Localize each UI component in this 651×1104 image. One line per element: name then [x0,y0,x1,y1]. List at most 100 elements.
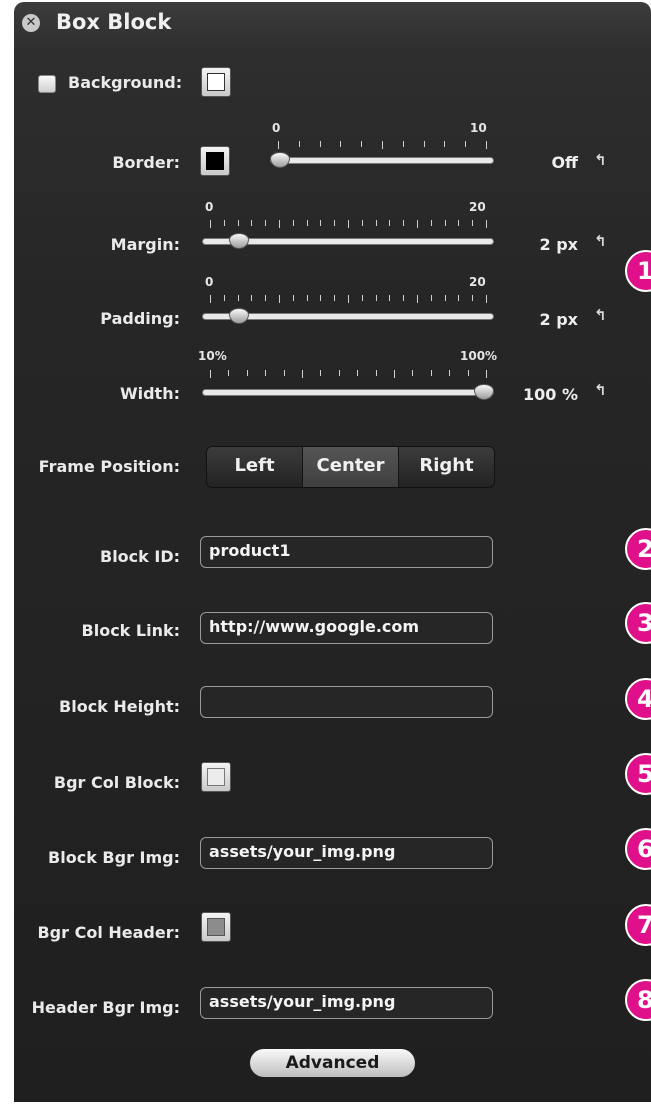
slider-tick [293,295,294,301]
background-checkbox[interactable] [38,75,56,93]
slider-tick [486,141,487,149]
background-label: Background: [68,73,183,92]
slider-tick [307,295,308,301]
header-bgr-img-field[interactable]: assets/your_img.png [200,987,493,1019]
width-reset-icon[interactable]: ↰ [594,381,607,399]
slider-tick [472,295,473,301]
padding-value: 2 px [539,310,578,329]
slider-tick [412,370,413,376]
margin-max-label: 20 [469,200,486,214]
slider-tick [362,220,363,226]
border-slider-track[interactable] [270,157,494,164]
margin-label: Margin: [110,235,180,254]
block-bgr-img-label: Block Bgr Img: [48,848,180,867]
slider-tick [376,220,377,226]
slider-tick [265,370,266,376]
slider-tick [334,295,335,301]
slider-tick [348,220,349,228]
slider-tick [389,295,390,301]
panel-title: Box Block [56,10,172,34]
block-link-label: Block Link: [81,621,180,640]
bgr-col-block-label: Bgr Col Block: [53,773,180,792]
slider-tick [458,220,459,226]
padding-label: Padding: [100,309,180,328]
margin-ticks [202,220,494,228]
slider-tick [302,370,303,378]
block-height-field[interactable] [200,686,493,718]
slider-tick [210,220,211,228]
slider-tick [357,370,358,376]
slider-tick [247,370,248,376]
width-value: 100 % [523,385,578,404]
block-link-field[interactable]: http://www.google.com [200,612,493,644]
slider-tick [224,295,225,301]
header-bgr-img-label: Header Bgr Img: [31,998,180,1017]
padding-max-label: 20 [469,275,486,289]
padding-reset-icon[interactable]: ↰ [594,306,607,324]
frame-position-left[interactable]: Left [207,447,303,487]
frame-position-center[interactable]: Center [303,447,399,487]
width-max-label: 100% [460,349,498,363]
slider-tick [382,141,383,149]
width-min-label: 10% [198,349,227,363]
slider-tick [403,295,404,301]
border-color-swatch[interactable] [200,146,230,176]
slider-tick [417,220,418,228]
slider-tick [228,370,229,376]
slider-tick [279,220,280,228]
border-ticks [270,141,494,149]
slider-tick [389,220,390,226]
block-bgr-img-field[interactable]: assets/your_img.png [200,837,493,869]
slider-tick [458,295,459,301]
slider-tick [472,220,473,226]
slider-tick [431,370,432,376]
border-min-label: 0 [272,121,281,135]
block-id-label: Block ID: [100,547,180,566]
frame-position-segmented-control: Left Center Right [206,446,495,488]
slider-tick [251,220,252,226]
slider-tick [361,141,362,147]
bgr-col-header-swatch[interactable] [201,912,231,942]
border-reset-icon[interactable]: ↰ [594,151,607,169]
slider-tick [320,141,321,147]
slider-tick [320,370,321,376]
bgr-col-header-label: Bgr Col Header: [37,923,180,942]
margin-min-label: 0 [205,200,214,214]
slider-tick [284,370,285,376]
slider-tick [293,220,294,226]
frame-position-right[interactable]: Right [399,447,494,487]
slider-tick [334,220,335,226]
background-color-swatch[interactable] [201,67,231,97]
slider-tick [468,370,469,376]
slider-tick [210,295,211,303]
width-slider-track[interactable] [202,389,494,396]
margin-reset-icon[interactable]: ↰ [594,232,607,250]
advanced-button[interactable]: Advanced [249,1048,416,1078]
slider-tick [465,141,466,147]
width-ticks [202,370,494,378]
slider-tick [251,295,252,301]
slider-tick [449,370,450,376]
slider-tick [348,295,349,303]
slider-tick [279,295,280,303]
slider-tick [299,141,300,147]
slider-tick [238,220,239,226]
slider-tick [486,295,487,303]
slider-tick [339,370,340,376]
slider-tick [376,295,377,301]
slider-tick [320,295,321,301]
slider-tick [278,141,279,149]
block-id-field[interactable]: product1 [200,536,493,568]
border-label: Border: [112,153,180,172]
bgr-col-block-swatch[interactable] [201,762,231,792]
slider-tick [307,220,308,226]
close-icon[interactable]: ✕ [22,14,40,32]
width-label: Width: [119,384,180,403]
slider-tick [362,295,363,301]
block-height-label: Block Height: [59,697,180,716]
slider-tick [486,370,487,378]
slider-tick [445,220,446,226]
slider-tick [486,220,487,228]
slider-tick [265,295,266,301]
slider-tick [431,295,432,301]
